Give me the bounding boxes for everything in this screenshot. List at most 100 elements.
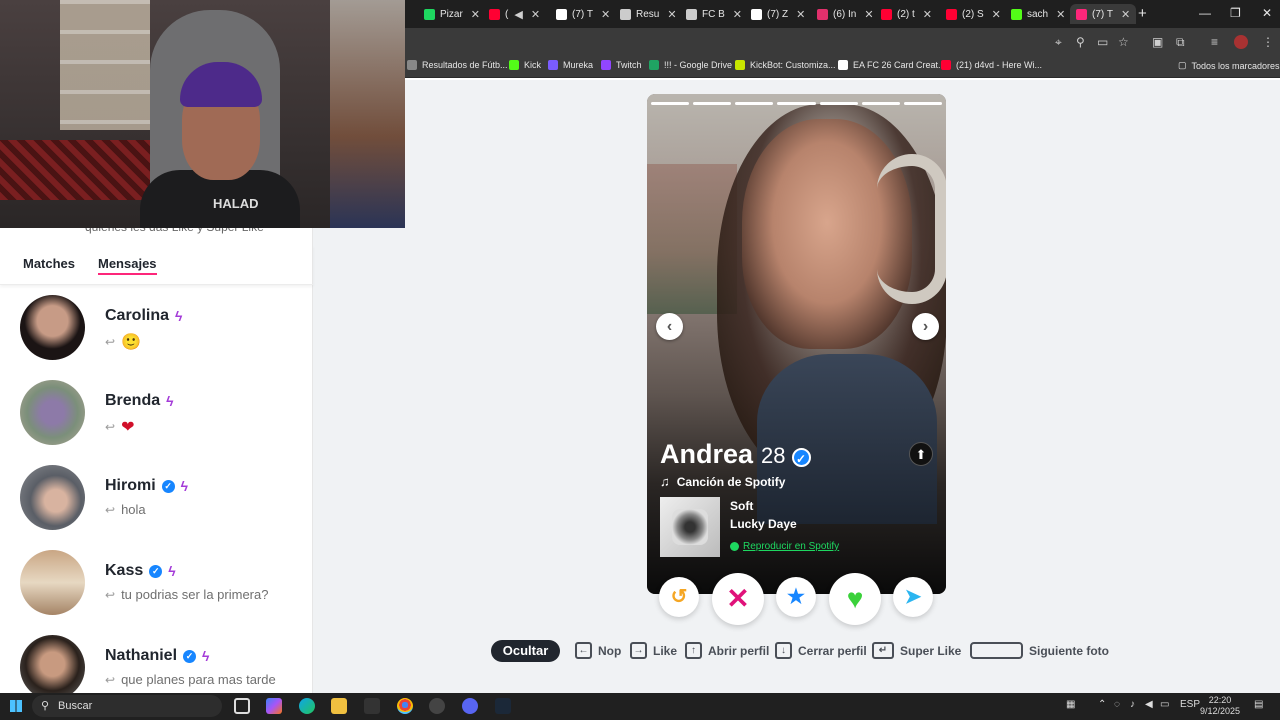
bookmark[interactable]: Twitch [601,60,642,70]
minimize-icon[interactable]: — [1199,6,1211,20]
restore-icon[interactable]: ❐ [1230,6,1241,20]
bookmark-favicon [941,60,951,70]
hide-shortcuts-button[interactable]: Ocultar [491,640,560,662]
bookmark-star-icon[interactable]: ☆ [1118,35,1129,49]
boost-button[interactable]: ➤ [893,577,933,617]
bookmark[interactable]: KickBot: Customiza... [735,60,836,70]
task-view-icon[interactable] [234,698,250,714]
conversation-name: Brenda [105,392,161,409]
play-on-spotify-link[interactable]: Reproducir en Spotify [730,541,839,552]
bookmark[interactable]: Mureka [548,60,593,70]
photo-progress-segment[interactable] [651,102,690,105]
photo-progress-segment[interactable] [819,102,858,105]
photo-progress-segment[interactable] [735,102,774,105]
previous-photo-button[interactable]: ‹ [656,313,683,340]
nope-button[interactable]: ✕ [712,573,764,625]
taskbar-search[interactable]: ⚲ Buscar [32,695,222,717]
chrome-icon[interactable] [397,698,413,714]
tab-matches[interactable]: Matches [23,256,75,271]
puzzle-icon[interactable]: ⧉ [1176,35,1185,50]
conversation-name: Carolina [105,307,170,324]
app-icon[interactable] [364,698,380,714]
webcam-shirt-text: HALAD [213,196,259,211]
super-like-button[interactable]: ★ [776,577,816,617]
photo-progress-segment[interactable] [777,102,816,105]
tab-messages[interactable]: Mensajes [98,256,157,275]
conversation-message: tu podrias ser la primera? [121,587,269,602]
browser-tab[interactable]: (6) In ✕ [817,4,874,24]
bookmark[interactable]: Resultados de Fútb... [407,60,508,70]
close-icon[interactable]: ✕ [531,8,540,21]
close-icon[interactable]: ✕ [992,8,1001,21]
clock-date: 9/12/2025 [1200,706,1241,716]
language-indicator[interactable]: ESP [1180,699,1200,710]
all-bookmarks[interactable]: ▢ Todos los marcadores [1178,60,1280,71]
browser-tab[interactable]: Resu ✕ [620,4,677,24]
notifications-icon[interactable]: ▤ [1254,699,1263,710]
bookmark[interactable]: EA FC 26 Card Creat... [838,60,946,70]
network-icon[interactable]: ▭ [1160,699,1169,710]
close-icon[interactable]: ✕ [1056,8,1065,21]
obs-icon[interactable] [429,698,445,714]
like-button[interactable]: ♥ [829,573,881,625]
photo-progress-segment[interactable] [861,102,900,105]
location-icon[interactable]: ⌖ [1055,35,1062,50]
tab-favicon [1076,8,1087,20]
browser-tab[interactable]: (7) T ✕ [556,4,610,24]
close-icon[interactable]: ✕ [601,8,610,21]
discord-icon[interactable] [462,698,478,714]
new-tab-icon[interactable]: + [1138,5,1147,22]
steam-icon[interactable] [495,698,511,714]
close-icon[interactable]: ✕ [667,8,676,21]
bookmark[interactable]: (21) d4vd - Here Wi... [941,60,1042,70]
close-icon[interactable]: ✕ [471,8,480,21]
shortcut-label: Like [653,643,678,658]
tray-icon[interactable]: ◌ [1114,699,1120,710]
file-explorer-icon[interactable] [331,698,347,714]
shortcut-label: Nop [598,643,622,658]
browser-tab[interactable]: (2) t ✕ [881,4,932,24]
conversation-name-row: Kass ✓ ϟ [105,562,176,580]
browser-tab[interactable]: (7) Z ✕ [751,4,805,24]
widgets-icon[interactable]: ▦ [1066,699,1075,710]
bookmark[interactable]: Kick [509,60,541,70]
window-close-icon[interactable]: ✕ [1262,6,1272,20]
browser-tab[interactable]: (◀ ✕ [489,4,540,24]
conversation-item[interactable]: Carolina ϟ ↩ 🙂 [0,295,313,380]
chevron-up-icon[interactable]: ⌃ [1098,699,1106,710]
browser-tab[interactable]: sach ✕ [1011,4,1065,24]
copilot-icon[interactable] [266,698,282,714]
photo-progress-segment[interactable] [693,102,732,105]
close-icon[interactable]: ✕ [923,8,932,21]
cast-icon[interactable]: ▭ [1097,35,1108,49]
media-icon[interactable]: ≡ [1211,35,1218,49]
close-icon[interactable]: ✕ [733,8,742,21]
next-photo-button[interactable]: › [912,313,939,340]
edge-icon[interactable] [299,698,315,714]
clock[interactable]: 22:20 9/12/2025 [1200,695,1240,717]
volume-icon[interactable]: ◀ [1145,699,1153,710]
profile-card[interactable]: ‹ › ⬆ Andrea 28 ✓ ♫ Canción de Spotify S… [647,94,946,594]
tab-label: (6) In [833,8,857,20]
rewind-button[interactable]: ↺ [659,577,699,617]
browser-tab[interactable]: Pizar ✕ [424,4,480,24]
conversation-item[interactable]: Hiromi ✓ ϟ ↩ hola [0,465,313,550]
conversation-item[interactable]: Kass ✓ ϟ ↩ tu podrias ser la primera? [0,550,313,635]
close-icon[interactable]: ✕ [1121,8,1130,21]
bookmark[interactable]: !!! - Google Drive [649,60,732,70]
zoom-icon[interactable]: ⚲ [1076,35,1085,49]
close-icon[interactable]: ✕ [796,8,805,21]
close-icon[interactable]: ✕ [864,8,873,21]
microphone-icon[interactable]: ♪ [1130,699,1135,710]
photo-progress-segment[interactable] [903,102,942,105]
conversation-item[interactable]: Brenda ϟ ↩ ❤ [0,380,313,465]
browser-tab[interactable]: FC B ✕ [686,4,742,24]
tab-label: (2) S [962,8,984,20]
photo-headphones [877,154,946,304]
start-icon[interactable] [10,700,22,712]
extension-icon[interactable]: ▣ [1152,35,1163,49]
profile-avatar[interactable] [1234,35,1248,49]
browser-tab[interactable]: (2) S ✕ [946,4,1001,24]
menu-icon[interactable]: ⋮ [1262,35,1274,49]
browser-tab-active[interactable]: (7) T ✕ [1070,4,1137,24]
